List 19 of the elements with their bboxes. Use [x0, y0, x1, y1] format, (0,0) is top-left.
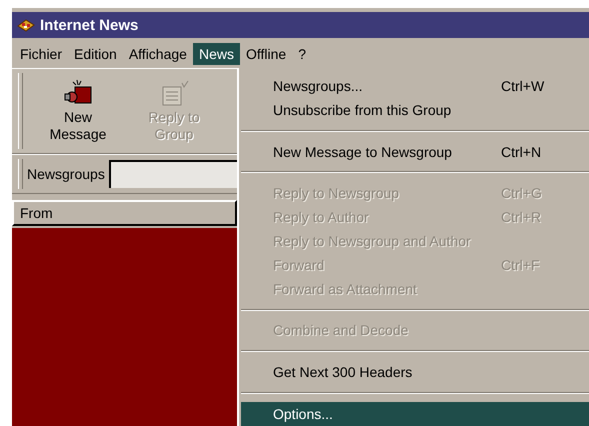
- shortcut-label: Ctrl+N: [501, 144, 542, 160]
- menu-item[interactable]: Affichage: [122, 43, 193, 65]
- menu-item[interactable]: New Message to Newsgroup Ctrl+N: [241, 140, 589, 164]
- menu-item[interactable]: Fichier: [14, 43, 68, 65]
- shortcut-label: Ctrl+W: [501, 78, 546, 94]
- column-header[interactable]: From: [12, 200, 237, 226]
- app-icon: [16, 17, 36, 33]
- menu-item[interactable]: ?: [292, 43, 312, 65]
- window-title: Internet News: [40, 16, 138, 34]
- toolbar-button[interactable]: New Message: [37, 75, 119, 147]
- menu-item[interactable]: Unsubscribe from this Group: [241, 98, 589, 122]
- newsgroup-field[interactable]: [108, 160, 237, 188]
- menu-item[interactable]: News: [192, 43, 240, 65]
- menu-item[interactable]: Offline: [240, 43, 292, 65]
- menu-item[interactable]: Edition: [68, 43, 123, 65]
- menu-item[interactable]: Get Next 300 Headers: [241, 360, 589, 384]
- menu-item[interactable]: Options...: [241, 402, 589, 426]
- menu-item[interactable]: Newsgroups... Ctrl+W: [241, 74, 589, 98]
- newsgroups-label: Newsgroups: [27, 166, 105, 182]
